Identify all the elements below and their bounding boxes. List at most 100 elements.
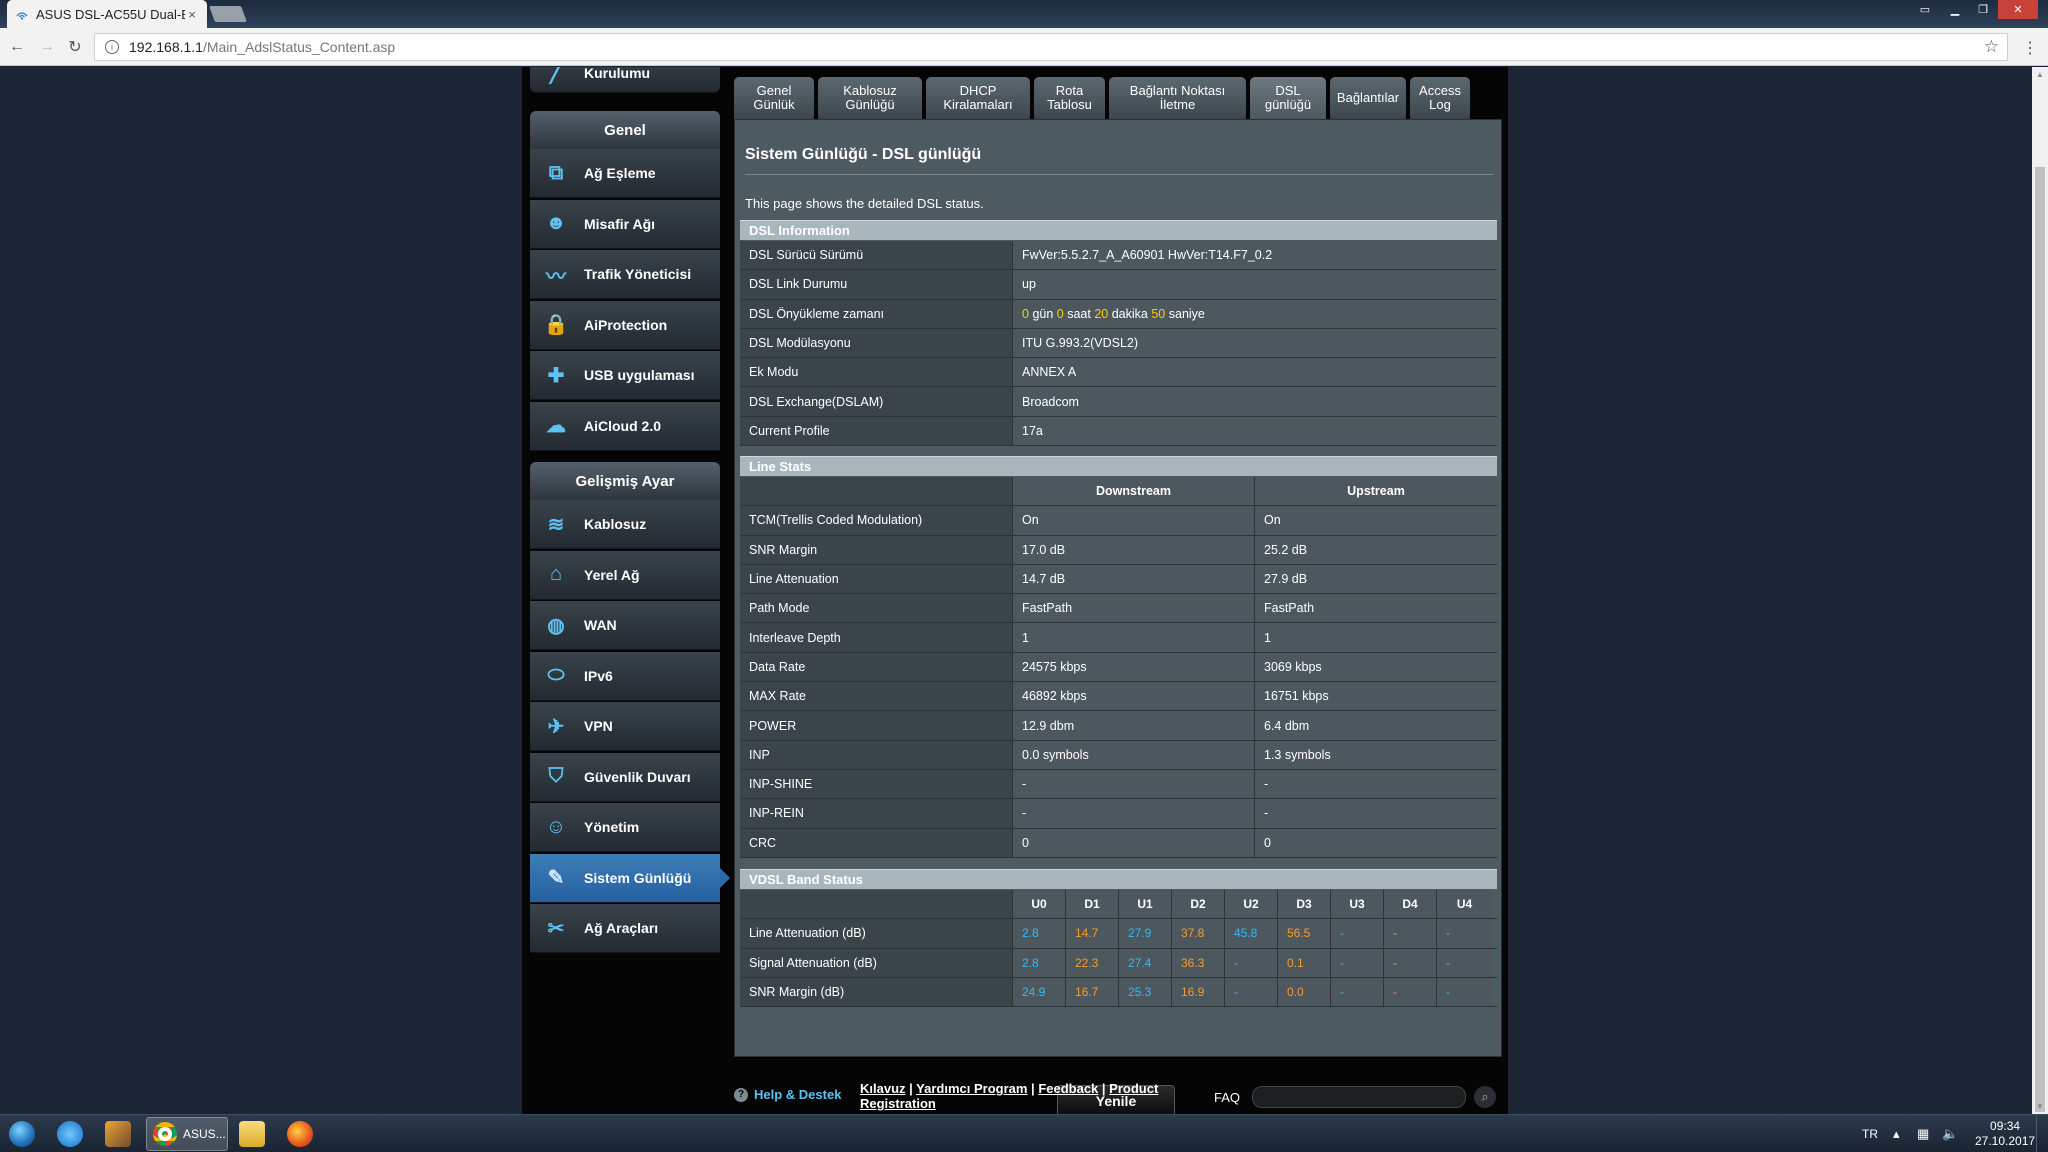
tray-network-icon[interactable]: ▦ [1917,1126,1929,1142]
sidebar-head-general: Genel [530,111,720,149]
taskbar-ie[interactable] [48,1117,92,1151]
tab-label-line1: Bağlantı Noktası [1129,83,1226,98]
band-header: D1 [1065,890,1118,919]
network-map-icon: ⧉ [548,161,564,184]
row-label: DSL Link Durumu [740,270,1012,299]
restore-icon[interactable]: ❐ [1970,0,1996,19]
tab-2[interactable]: Kablosuz Günlüğü [818,77,922,119]
bookmark-star-icon[interactable]: ☆ [1984,37,1999,57]
taskbar-media-player[interactable] [96,1117,140,1151]
sidebar-item-globe[interactable]: ◍ WAN [530,601,720,650]
show-desktop-button[interactable] [2036,1115,2048,1152]
sidebar-item-log-edit[interactable]: ✎ Sistem Günlüğü [530,853,720,903]
chrome-icon [153,1122,177,1146]
sidebar-item-label: VPN [584,718,613,734]
section-head-dsl-info: DSL Information [740,220,1497,240]
clock-time: 09:34 [1990,1119,2021,1133]
sidebar-item-lock[interactable]: 🔒 AiProtection [530,300,720,350]
scroll-thumb[interactable] [2035,167,2045,1112]
new-tab-button[interactable] [209,6,247,22]
band-value: - [1330,919,1383,948]
sidebar-item-shield[interactable]: ⛉ Güvenlik Duvarı [530,752,720,802]
forward-icon[interactable]: → [36,36,58,58]
tab-1[interactable]: Genel Günlük [734,77,814,119]
help-support[interactable]: ? Help & Destek [734,1087,841,1102]
band-header: D2 [1171,890,1224,919]
taskbar-firefox[interactable] [278,1117,322,1151]
sidebar-item-traffic-manager[interactable]: 〰 Trafik Yöneticisi [530,250,720,299]
band-value: 2.8 [1012,948,1065,977]
downstream-value: On [1012,506,1254,535]
profile-icon[interactable]: ▭ [1912,0,1938,19]
tab-7[interactable]: Bağlantılar [1330,77,1406,119]
link-manual[interactable]: Kılavuz [860,1081,906,1096]
start-button[interactable] [6,1117,38,1151]
sidebar-item-vpn[interactable]: ✈ VPN [530,702,720,751]
tab-3[interactable]: DHCP Kiralamaları [926,77,1030,119]
sidebar-item-wifi[interactable]: ≋ Kablosuz [530,500,720,549]
downstream-value: FastPath [1012,594,1254,623]
row-value: 0 gün 0 saat 20 dakika 50 saniye [1012,299,1497,328]
minimize-icon[interactable]: ▁ [1942,0,1968,19]
browser-menu-icon[interactable]: ⋮ [2022,38,2038,58]
sidebar-item-puzzle[interactable]: ✚ USB uygulaması [530,351,720,400]
taskbar-chrome-label: ASUS... [183,1127,226,1141]
col-downstream: Downstream [1012,477,1254,506]
sidebar-item-label: Kablosuz [584,516,647,532]
sidebar-item-guest-network[interactable]: ☻ Misafir Ağı [530,199,720,249]
taskbar-explorer[interactable] [230,1117,274,1151]
tray-language[interactable]: TR [1862,1127,1878,1141]
row-value: FwVer:5.5.2.7_A_A60901 HwVer:T14.F7_0.2 [1012,241,1497,270]
sidebar-item-cloud[interactable]: ☁ AiCloud 2.0 [530,401,720,451]
col-upstream: Upstream [1254,477,1497,506]
sidebar-item-tools[interactable]: ✂ Ağ Araçları [530,904,720,953]
info-icon[interactable]: i [105,40,119,54]
scroll-up-icon[interactable]: ▲ [2036,70,2044,79]
tray-volume-icon[interactable]: 🔈 [1942,1126,1958,1142]
close-window-icon[interactable]: ✕ [1998,0,2038,19]
row-value: ITU G.993.2(VDSL2) [1012,328,1497,358]
row-label: SNR Margin [740,535,1012,564]
scroll-down-icon[interactable]: ▼ [2036,1102,2044,1111]
band-header: D3 [1277,890,1330,919]
faq-search-input[interactable] [1252,1086,1466,1108]
page-scrollbar[interactable]: ▲ ▼ [2032,67,2048,1114]
link-utility[interactable]: Yardımcı Program [916,1081,1027,1096]
tray-expand-icon[interactable]: ▴ [1893,1126,1900,1142]
sidebar-item-ipv6[interactable]: ⬭ IPv6 [530,651,720,701]
sidebar-item-label: AiProtection [584,316,668,333]
upstream-value: 6.4 dbm [1254,711,1497,740]
page-title: Sistem Günlüğü - DSL günlüğü [745,146,982,163]
tab-close-icon[interactable]: × [185,7,199,22]
line-stats-header-blank [740,477,1012,506]
band-header: D4 [1383,890,1436,919]
search-icon[interactable]: ⌕ [1474,1086,1496,1108]
browser-tab[interactable]: ASUS DSL-AC55U Dual-E × [7,0,207,28]
link-feedback[interactable]: Feedback [1038,1081,1098,1096]
row-label: Current Profile [740,416,1012,446]
sidebar-item-label: Yönetim [584,819,640,835]
upstream-value: 25.2 dB [1254,535,1497,564]
url-input[interactable]: i 192.168.1.1/Main_AdslStatus_Content.as… [94,33,2008,61]
row-label: Line Attenuation (dB) [740,919,1012,948]
tab-5[interactable]: Bağlantı Noktası İletme [1109,77,1246,119]
upstream-value: 0 [1254,828,1497,857]
tab-6[interactable]: DSL günlüğü [1250,77,1326,119]
row-label: INP [740,740,1012,769]
sidebar-item-user[interactable]: ☺ Yönetim [530,803,720,852]
link-separator: | [905,1081,917,1096]
tab-8[interactable]: Access Log [1410,77,1470,119]
back-icon[interactable]: ← [6,36,28,58]
row-value: 17a [1012,416,1497,446]
dsl-info-table: DSL Sürücü Sürümü FwVer:5.5.2.7_A_A60901 … [740,241,1497,447]
shield-icon: ⛉ [548,765,564,787]
tab-4[interactable]: Rota Tablosu [1034,77,1105,119]
tray-clock[interactable]: 09:34 27.10.2017 [1975,1119,2035,1149]
taskbar-chrome[interactable]: ASUS... [146,1117,228,1151]
upstream-value: 1.3 symbols [1254,740,1497,769]
reload-icon[interactable]: ↻ [64,36,86,58]
sidebar-item-setup[interactable]: ╱ Kurulumu [530,67,720,93]
sidebar-item-network-map[interactable]: ⧉ Ağ Eşleme [530,149,720,198]
sidebar-item-home[interactable]: ⌂ Yerel Ağ [530,550,720,600]
band-value: 56.5 [1277,919,1330,948]
